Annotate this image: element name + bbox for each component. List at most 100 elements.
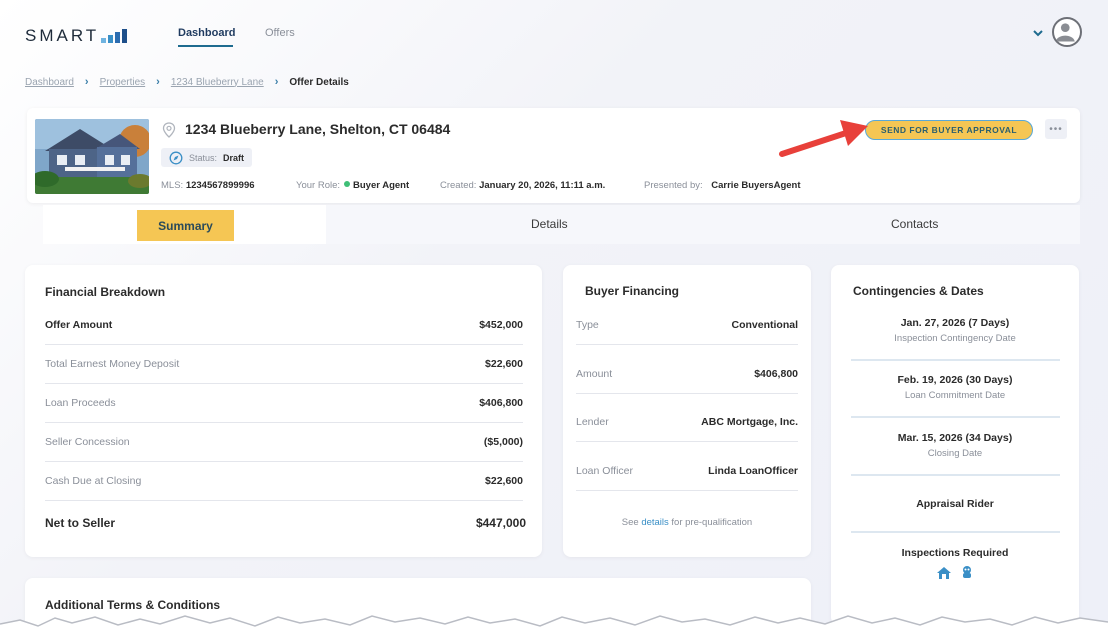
created-value: January 20, 2026, 11:11 a.m. — [479, 180, 606, 191]
row-divider — [576, 490, 798, 491]
financing-row-value: Conventional — [731, 319, 798, 331]
net-to-seller-value: $447,000 — [475, 516, 526, 530]
status-label: Status: — [189, 152, 218, 163]
financial-row-value: $452,000 — [479, 319, 523, 331]
inspections-required: Inspections Required — [831, 547, 1079, 559]
tab-contacts[interactable]: Contacts — [891, 217, 938, 231]
user-avatar[interactable] — [1052, 17, 1082, 47]
financial-row-value: $406,800 — [479, 397, 523, 409]
breadcrumb-dashboard[interactable]: Dashboard — [25, 77, 74, 88]
pre-qualification-note: See details for pre-qualification — [563, 517, 811, 528]
torn-edge-decoration — [0, 615, 1108, 640]
property-header-card: 1234 Blueberry Lane, Shelton, CT 06484 S… — [27, 108, 1080, 203]
financial-row: Loan Proceeds $406,800 — [45, 397, 523, 409]
status-value: Draft — [223, 152, 245, 163]
row-divider — [45, 383, 523, 384]
financial-row: Cash Due at Closing $22,600 — [45, 475, 523, 487]
appraisal-rider-label: Appraisal Rider — [916, 498, 994, 510]
breadcrumb-chevron-icon: › — [84, 76, 89, 88]
presented-label: Presented by: — [644, 180, 703, 191]
contingency-label: Closing Date — [927, 448, 983, 459]
financing-row-label: Loan Officer — [576, 465, 634, 477]
financial-row-label: Total Earnest Money Deposit — [45, 358, 180, 370]
send-for-buyer-approval-button[interactable]: SEND FOR BUYER APPROVAL — [865, 120, 1033, 140]
financing-row: Type Conventional — [576, 319, 798, 331]
financing-row-label: Lender — [576, 416, 609, 428]
financial-row-label: Loan Proceeds — [45, 397, 116, 409]
pre-qualification-post: for pre-qualification — [671, 517, 753, 528]
inspections-required-label: Inspections Required — [901, 547, 1009, 559]
breadcrumb-current: Offer Details — [289, 76, 349, 88]
financing-row-value: $406,800 — [754, 368, 798, 380]
contingency-divider — [851, 531, 1060, 533]
mls-info: MLS: 1234567899996 — [161, 180, 255, 191]
financial-row: Total Earnest Money Deposit $22,600 — [45, 358, 523, 370]
pre-qualification-details-link[interactable]: details — [641, 517, 668, 528]
pest-inspection-icon — [963, 566, 971, 578]
compass-icon — [169, 151, 183, 164]
tab-details[interactable]: Details — [531, 217, 568, 231]
financing-row: Loan Officer Linda LoanOfficer — [576, 465, 798, 477]
net-to-seller-row: Net to Seller $447,000 — [45, 516, 526, 530]
row-divider — [45, 461, 523, 462]
pre-qualification-pre: See — [621, 517, 639, 528]
financing-row-label: Amount — [576, 368, 613, 380]
buyer-financing-card — [563, 265, 811, 557]
tab-summary[interactable]: Summary — [137, 210, 234, 241]
property-photo — [35, 119, 149, 194]
contingency-label: Loan Commitment Date — [904, 390, 1006, 401]
row-divider — [576, 441, 798, 442]
contingency-date: Feb. 19, 2026 (30 Days) — [897, 374, 1013, 386]
nav-tab-offers[interactable]: Offers — [265, 27, 295, 39]
net-to-seller-label: Net to Seller — [45, 516, 116, 530]
financial-breakdown-card — [25, 265, 542, 557]
contingency-divider — [851, 359, 1060, 361]
contingency-item: Feb. 19, 2026 (30 Days) Loan Commitment … — [831, 374, 1079, 401]
financial-row-label: Cash Due at Closing — [45, 475, 142, 487]
financing-row-value: Linda LoanOfficer — [708, 465, 798, 477]
financial-row-value: $22,600 — [485, 358, 523, 370]
financing-row: Amount $406,800 — [576, 368, 798, 380]
contingency-item: Jan. 27, 2026 (7 Days) Inspection Contin… — [831, 317, 1079, 344]
presented-info: Presented by: Carrie BuyersAgent — [644, 180, 801, 191]
financial-breakdown-title: Financial Breakdown — [45, 285, 166, 299]
mls-value: 1234567899996 — [185, 180, 255, 191]
buyer-financing-title: Buyer Financing — [585, 284, 680, 298]
more-options-button[interactable]: ••• — [1045, 119, 1067, 139]
role-label: Your Role: — [296, 180, 341, 191]
logo-text: SMART — [25, 26, 100, 45]
nav-active-underline — [178, 45, 233, 47]
presented-value: Carrie BuyersAgent — [711, 180, 801, 191]
breadcrumb-property[interactable]: 1234 Blueberry Lane — [171, 77, 264, 88]
financial-row-label: Seller Concession — [45, 436, 130, 448]
mls-label: MLS: — [161, 180, 184, 191]
property-address: 1234 Blueberry Lane, Shelton, CT 06484 — [185, 121, 451, 137]
breadcrumb-properties[interactable]: Properties — [100, 77, 146, 88]
row-divider — [45, 422, 523, 423]
breadcrumb-chevron-icon: › — [274, 76, 279, 88]
created-label: Created: — [440, 180, 477, 191]
contingency-date: Mar. 15, 2026 (34 Days) — [897, 432, 1013, 444]
financing-row: Lender ABC Mortgage, Inc. — [576, 416, 798, 428]
contingency-item: Mar. 15, 2026 (34 Days) Closing Date — [831, 432, 1079, 459]
home-inspection-icon — [937, 567, 951, 579]
row-divider — [45, 500, 523, 501]
annotation-arrow-icon — [779, 120, 868, 157]
contingencies-title: Contingencies & Dates — [853, 284, 984, 298]
financial-row-label: Offer Amount — [45, 319, 113, 331]
financing-row-value: ABC Mortgage, Inc. — [701, 416, 798, 428]
chevron-down-icon[interactable] — [1031, 26, 1045, 40]
financial-row-value: $22,600 — [485, 475, 523, 487]
financial-row: Offer Amount $452,000 — [45, 319, 523, 331]
financial-row: Seller Concession ($5,000) — [45, 436, 523, 448]
role-info: Your Role: Buyer Agent — [296, 180, 409, 191]
user-icon — [1055, 23, 1075, 42]
role-value: Buyer Agent — [353, 180, 410, 191]
status-badge: Status: Draft — [161, 148, 253, 167]
appraisal-rider: Appraisal Rider — [831, 498, 1079, 510]
contingency-date: Jan. 27, 2026 (7 Days) — [900, 317, 1010, 329]
location-pin-icon — [162, 122, 176, 138]
app-logo[interactable]: SMART — [25, 26, 128, 46]
nav-tab-dashboard[interactable]: Dashboard — [178, 27, 235, 39]
row-divider — [576, 393, 798, 394]
